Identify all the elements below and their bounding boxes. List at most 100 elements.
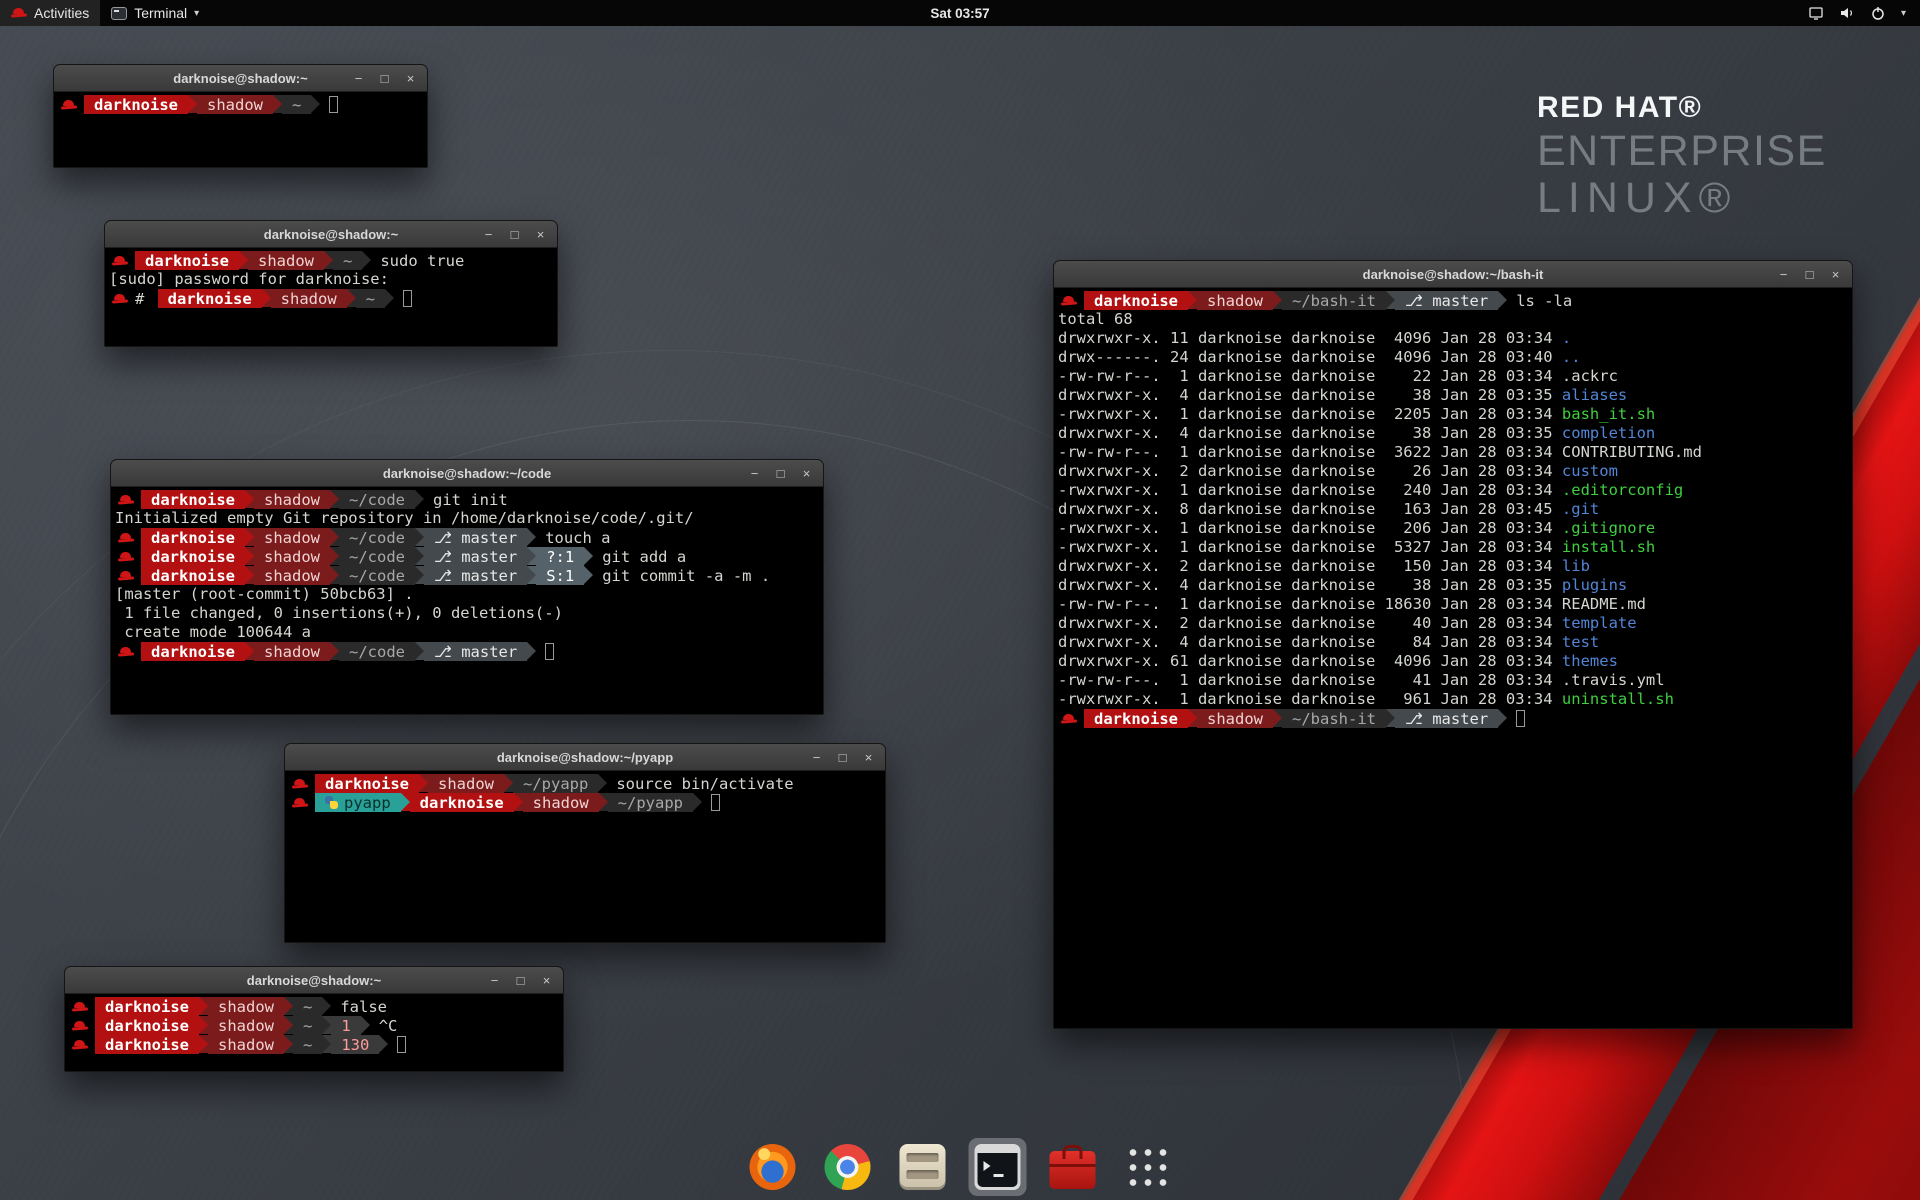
file-name: themes xyxy=(1562,652,1618,670)
powerline-arrow xyxy=(284,997,293,1015)
terminal-prompt-line: darknoiseshadow~1^C xyxy=(69,1016,559,1035)
dock-item-terminal[interactable] xyxy=(969,1138,1027,1196)
close-button[interactable]: × xyxy=(861,744,876,771)
redhat-icon xyxy=(11,6,27,20)
window-buttons: −□ × xyxy=(481,221,557,248)
display-icon xyxy=(1808,5,1824,21)
window-titlebar[interactable]: darknoise@shadow:~/code −□× xyxy=(111,460,823,487)
window-titlebar[interactable]: darknoise@shadow:~ −□× xyxy=(105,221,557,248)
file-name: install.sh xyxy=(1562,538,1655,556)
terminal-output-line: -rwxrwxr-x. 1 darknoise darknoise 961 Ja… xyxy=(1058,690,1848,709)
clock[interactable]: Sat 03:57 xyxy=(930,6,989,21)
powerline-arrow xyxy=(415,566,424,584)
powerline-arrow xyxy=(379,1035,388,1053)
minimize-button[interactable]: − xyxy=(1776,261,1791,288)
maximize-button[interactable]: □ xyxy=(513,967,528,994)
terminal-body[interactable]: darknoiseshadow~falsedarknoiseshadow~1^C… xyxy=(65,994,563,1071)
terminal-body[interactable]: darknoiseshadow~/pyappsource bin/activat… xyxy=(285,771,885,942)
prompt-segment-path: ~ xyxy=(333,251,362,270)
maximize-button[interactable]: □ xyxy=(835,744,850,771)
dock-item-chrome[interactable] xyxy=(819,1138,877,1196)
redhat-prompt-icon xyxy=(112,292,128,306)
maximize-button[interactable]: □ xyxy=(1802,261,1817,288)
powerline-arrow xyxy=(419,774,428,792)
window-titlebar[interactable]: darknoise@shadow:~/bash-it −□× xyxy=(1054,261,1852,288)
terminal-body[interactable]: darknoiseshadow~sudo true[sudo] password… xyxy=(105,248,557,346)
prompt-segment-venv: pyapp xyxy=(315,793,401,812)
close-button[interactable]: × xyxy=(533,221,548,248)
minimize-button[interactable]: − xyxy=(487,967,502,994)
powerline-arrow xyxy=(1273,709,1282,727)
maximize-button[interactable]: □ xyxy=(377,65,392,92)
prompt-segment-user: darknoise xyxy=(135,251,239,270)
brand-line-enterprise: ENTERPRISE xyxy=(1537,128,1827,174)
window-titlebar[interactable]: darknoise@shadow:~ −□× xyxy=(65,967,563,994)
powerline-arrow xyxy=(330,547,339,565)
powerline-arrow xyxy=(415,642,424,660)
terminal-body[interactable]: darknoiseshadow~/bash-it⎇ masterls -lato… xyxy=(1054,288,1852,1028)
activities-button[interactable]: Activities xyxy=(0,0,100,26)
prompt-segment-user: darknoise xyxy=(141,547,245,566)
powerline-arrow xyxy=(330,528,339,546)
terminal-cursor xyxy=(711,794,720,811)
app-menu-terminal[interactable]: Terminal ▾ xyxy=(100,0,210,26)
file-name: plugins xyxy=(1562,576,1627,594)
close-button[interactable]: × xyxy=(539,967,554,994)
command-text: false xyxy=(331,997,387,1016)
terminal-prompt-line: # darknoiseshadow~ xyxy=(109,289,553,308)
prompt-segment-host: shadow xyxy=(254,566,330,585)
powerline-arrow xyxy=(527,528,536,546)
window-titlebar[interactable]: darknoise@shadow:~ −□× xyxy=(54,65,427,92)
redhat-prompt-icon xyxy=(112,254,128,268)
dock-item-files[interactable] xyxy=(894,1138,952,1196)
prompt-segment-user: darknoise xyxy=(410,793,514,812)
terminal-prompt-line: darknoiseshadow~sudo true xyxy=(109,251,553,270)
terminal-output-line: total 68 xyxy=(1058,310,1848,329)
prompt-segment-host: shadow xyxy=(254,528,330,547)
dock xyxy=(744,1138,1177,1196)
redhat-prompt-icon xyxy=(118,531,134,545)
redhat-prompt-icon xyxy=(1061,294,1077,308)
prompt-segment-user: darknoise xyxy=(95,997,199,1016)
powerline-arrow xyxy=(322,1016,331,1034)
close-button[interactable]: × xyxy=(403,65,418,92)
terminal-prompt-line: darknoiseshadow~/code⎇ masterS:1git comm… xyxy=(115,566,819,585)
minimize-button[interactable]: − xyxy=(809,744,824,771)
terminal-cursor xyxy=(403,290,412,307)
prompt-segment-host: shadow xyxy=(1197,709,1273,728)
terminal-output-line: drwxrwxr-x. 2 darknoise darknoise 26 Jan… xyxy=(1058,462,1848,481)
prompt-segment-path: ~/code xyxy=(339,528,415,547)
terminal-output-line: drwxrwxr-x. 4 darknoise darknoise 38 Jan… xyxy=(1058,576,1848,595)
terminal-window-bash-it: darknoise@shadow:~/bash-it −□× darknoise… xyxy=(1053,260,1853,1029)
file-name: test xyxy=(1562,633,1599,651)
brand-line-redhat: RED HAT® xyxy=(1537,92,1827,124)
terminal-output-line: -rwxrwxr-x. 1 darknoise darknoise 2205 J… xyxy=(1058,405,1848,424)
dock-item-toolbox[interactable] xyxy=(1044,1138,1102,1196)
powerline-arrow xyxy=(245,547,254,565)
terminal-window-home-1: darknoise@shadow:~ −□× darknoiseshadow~ xyxy=(53,64,428,168)
dock-item-firefox[interactable] xyxy=(744,1138,802,1196)
close-button[interactable]: × xyxy=(1828,261,1843,288)
prompt-segment-git: ⎇ master xyxy=(424,566,527,585)
minimize-button[interactable]: − xyxy=(481,221,496,248)
chrome-icon xyxy=(825,1144,871,1190)
prompt-segment-path: ~/code xyxy=(339,547,415,566)
file-name: .editorconfig xyxy=(1562,481,1683,499)
terminal-prompt-line: darknoiseshadow~/bash-it⎇ master xyxy=(1058,709,1848,728)
minimize-button[interactable]: − xyxy=(351,65,366,92)
prompt-segment-user: darknoise xyxy=(315,774,419,793)
terminal-output-line: -rw-rw-r--. 1 darknoise darknoise 22 Jan… xyxy=(1058,367,1848,386)
close-button[interactable]: × xyxy=(799,460,814,487)
system-status-area[interactable]: ▾ xyxy=(1794,0,1920,26)
terminal-output-line: drwxrwxr-x. 61 darknoise darknoise 4096 … xyxy=(1058,652,1848,671)
minimize-button[interactable]: − xyxy=(747,460,762,487)
file-name: .git xyxy=(1562,500,1599,518)
terminal-body[interactable]: darknoiseshadow~/codegit initInitialized… xyxy=(111,487,823,714)
powerline-arrow xyxy=(239,251,248,269)
maximize-button[interactable]: □ xyxy=(507,221,522,248)
terminal-body[interactable]: darknoiseshadow~ xyxy=(54,92,427,167)
window-titlebar[interactable]: darknoise@shadow:~/pyapp −□× xyxy=(285,744,885,771)
maximize-button[interactable]: □ xyxy=(773,460,788,487)
dock-item-show-apps[interactable] xyxy=(1119,1138,1177,1196)
powerline-arrow xyxy=(324,251,333,269)
